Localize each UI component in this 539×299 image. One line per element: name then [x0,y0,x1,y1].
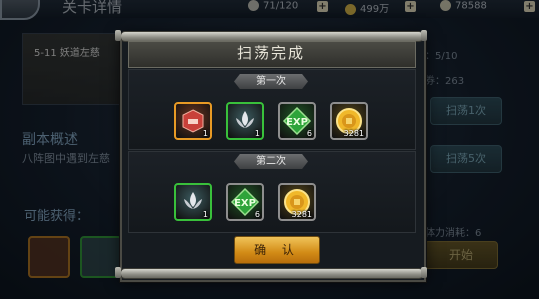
svg-text:EXP: EXP [286,117,308,128]
reward-slot[interactable]: 3281 [330,102,368,140]
scroll-rod-cap [115,267,121,278]
reward-slot[interactable]: EXP 6 [226,183,264,221]
confirm-button[interactable]: 确 认 [234,236,320,264]
scroll-rod-cap [421,267,427,278]
reward-slot[interactable]: 1 [174,183,212,221]
reward-count: 6 [254,210,260,219]
scroll-rod-cap [115,30,121,41]
scroll-rod-bottom [120,268,424,279]
reward-count: 6 [306,129,312,138]
reward-slot[interactable]: 1 [226,102,264,140]
dialog-title: 扫荡完成 [236,44,305,62]
reward-slot[interactable]: EXP 6 [278,102,316,140]
reward-count: 3281 [343,129,364,138]
round-label: 第二次 [234,154,308,169]
reward-slot[interactable]: 1 [174,102,212,140]
reward-slot[interactable]: 3281 [278,183,316,221]
reward-count: 1 [254,129,260,138]
round-label: 第一次 [234,74,308,89]
reward-count: 1 [202,210,208,219]
scroll-rod-cap [421,30,427,41]
reward-count: 3281 [291,210,312,219]
svg-text:EXP: EXP [234,198,256,209]
reward-count: 1 [202,129,208,138]
